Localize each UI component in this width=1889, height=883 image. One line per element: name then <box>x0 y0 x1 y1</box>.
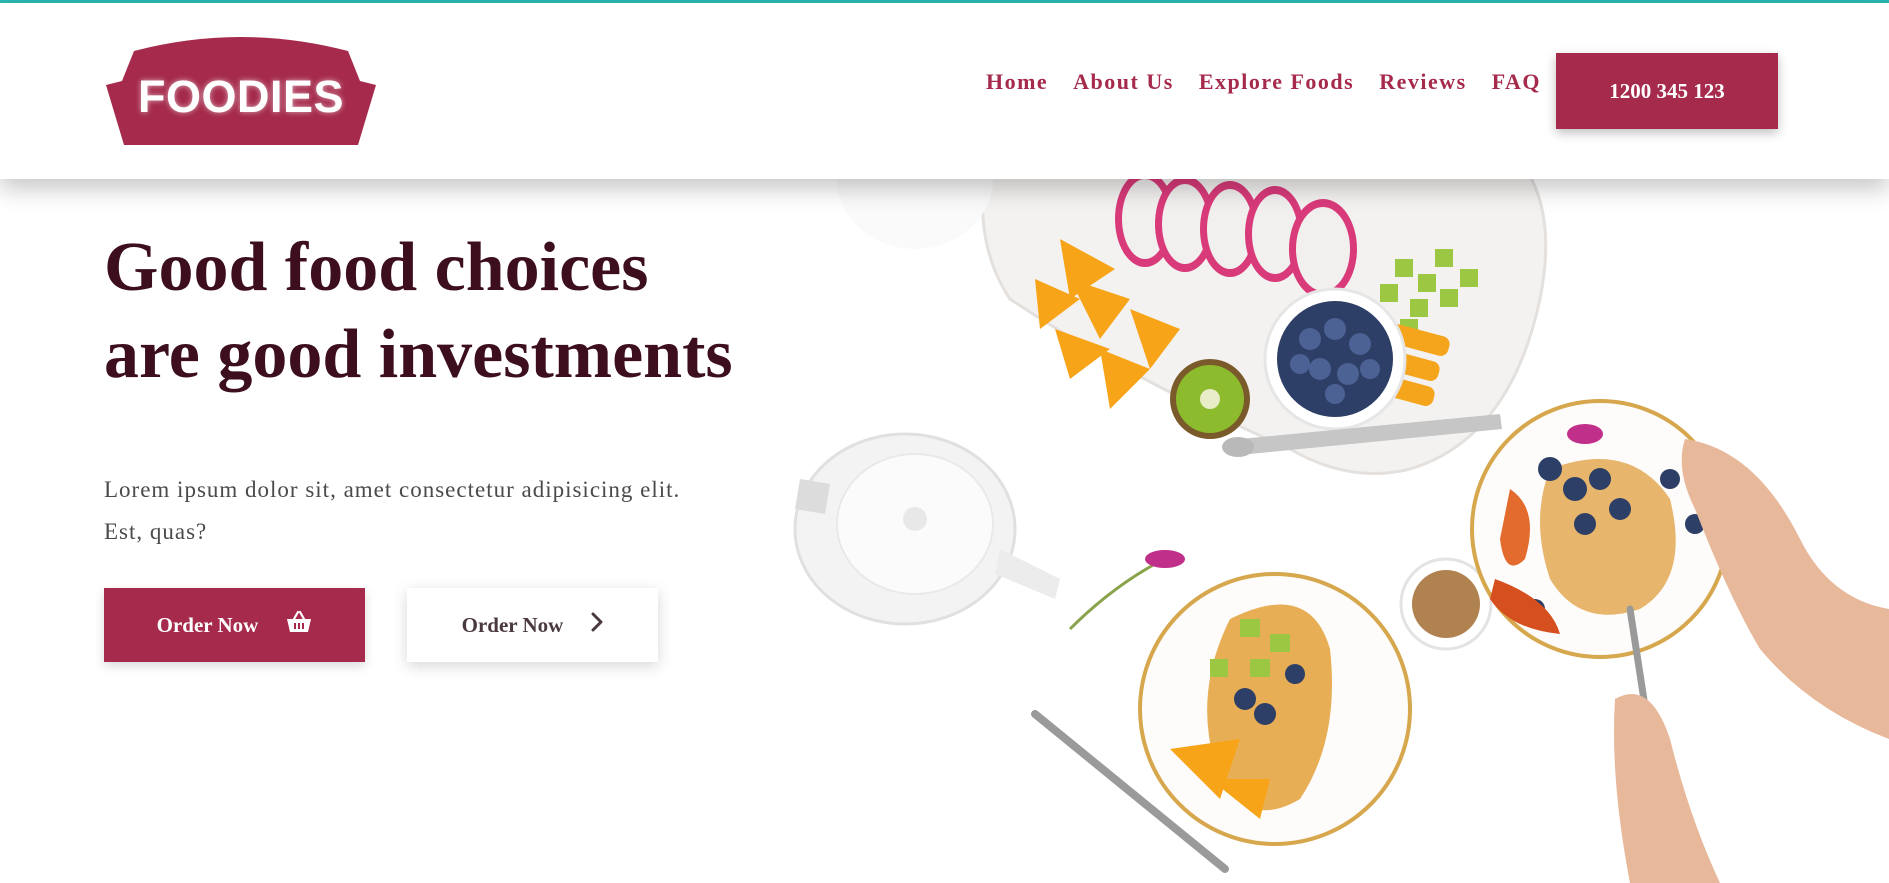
chevron-right-icon <box>591 612 603 638</box>
hero-headline: Good food choices are good investments <box>104 224 733 398</box>
right-plate <box>1470 399 1730 659</box>
nav-explore-foods[interactable]: Explore Foods <box>1199 69 1354 95</box>
main-nav: Home About Us Explore Foods Reviews FAQ <box>986 69 1541 95</box>
basket-icon <box>286 610 312 640</box>
site-header: FOODIES Home About Us Explore Foods Revi… <box>0 3 1889 179</box>
headline-line-2: are good investments <box>104 316 733 393</box>
order-now-secondary-button[interactable]: Order Now <box>407 588 658 662</box>
hero-subtext: Lorem ipsum dolor sit, amet consectetur … <box>104 469 754 553</box>
nav-faq[interactable]: FAQ <box>1492 69 1541 95</box>
order-now-label: Order Now <box>156 612 259 637</box>
hero-section: Good food choices are good investments L… <box>0 179 1889 883</box>
subtext-line-1: Lorem ipsum dolor sit, amet consectetur … <box>104 477 681 502</box>
hero-food-image <box>793 179 1889 883</box>
nav-reviews[interactable]: Reviews <box>1379 69 1466 95</box>
logo-text: FOODIES <box>137 71 345 122</box>
nav-home[interactable]: Home <box>986 69 1048 95</box>
order-now-secondary-label: Order Now <box>461 612 564 637</box>
headline-line-1: Good food choices <box>104 229 649 306</box>
crepe-plate <box>1138 572 1412 846</box>
nav-about-us[interactable]: About Us <box>1073 69 1174 95</box>
phone-button[interactable]: 1200 345 123 <box>1556 53 1778 129</box>
subtext-line-2: Est, quas? <box>104 519 208 544</box>
order-now-button[interactable]: Order Now <box>104 588 365 662</box>
logo[interactable]: FOODIES <box>104 35 378 150</box>
